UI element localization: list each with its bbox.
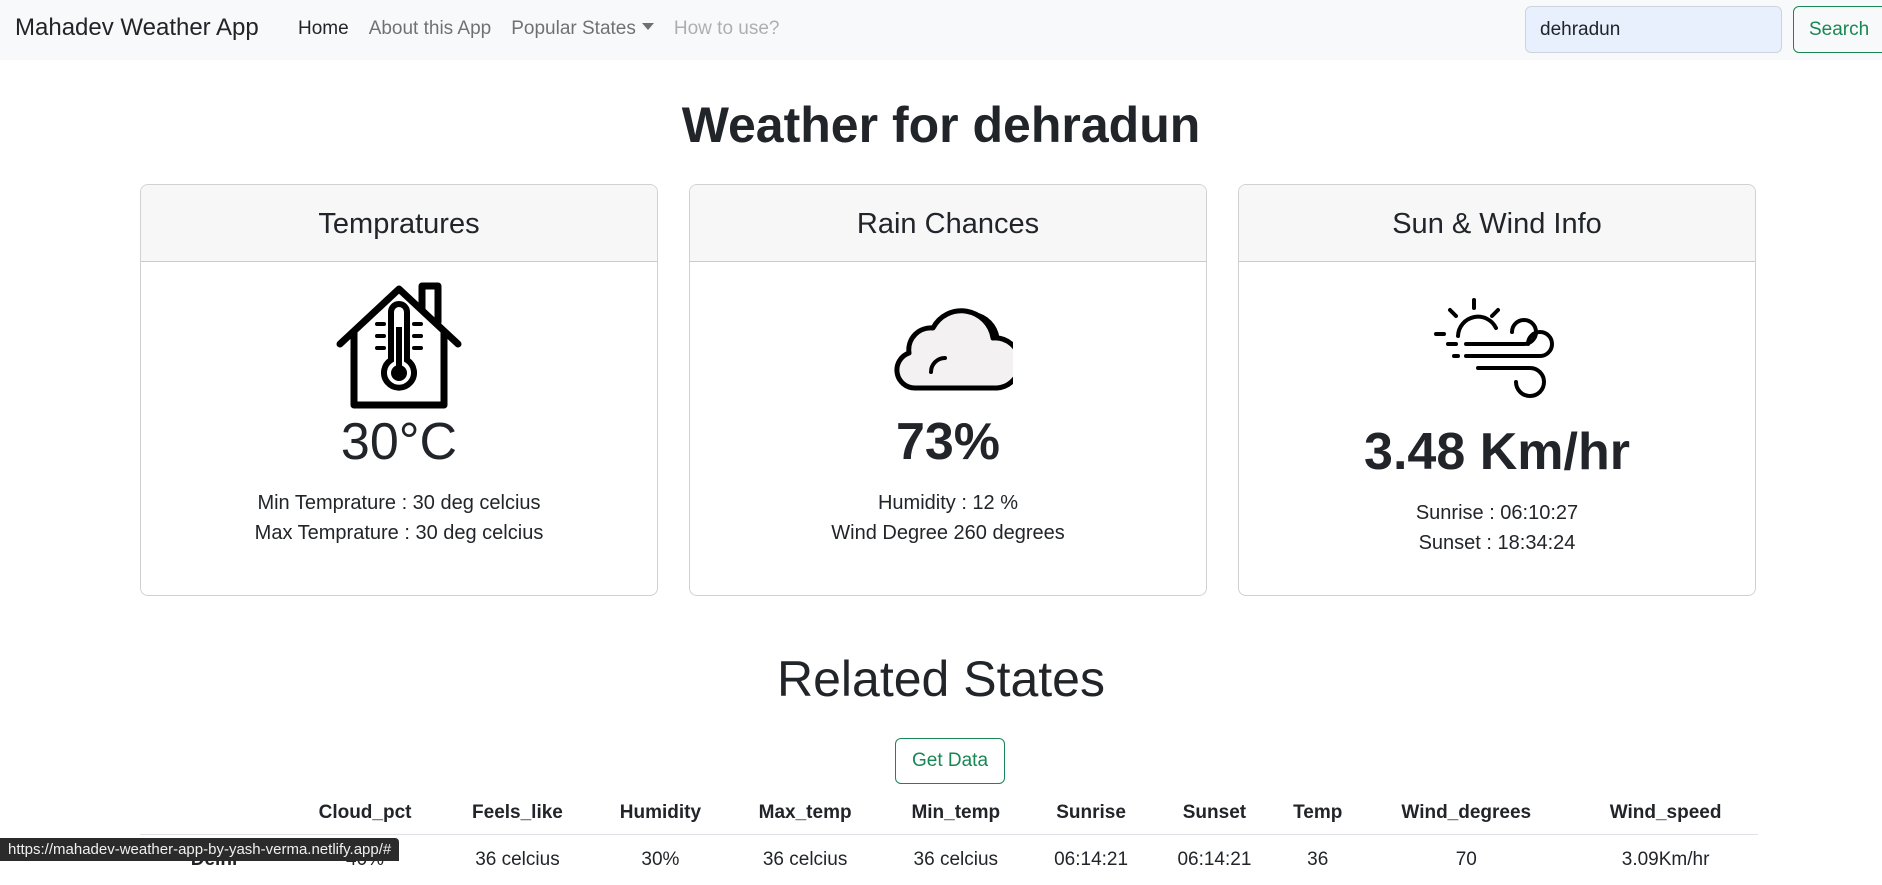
search-button[interactable]: Search (1793, 6, 1882, 53)
nav-popular-states-label: Popular States (511, 18, 636, 39)
table-cell: 30% (593, 835, 728, 885)
sun-details: Sunrise : 06:10:27 Sunset : 18:34:24 (1239, 498, 1755, 558)
status-bar-url: https://mahadev-weather-app-by-yash-verm… (0, 838, 399, 861)
wind-speed-value: 3.48 Km/hr (1239, 422, 1755, 482)
rain-details: Humidity : 12 % Wind Degree 260 degrees (690, 488, 1206, 548)
table-header: Min_temp (882, 792, 1029, 835)
temperature-value: 30°C (141, 412, 657, 472)
cloud-icon (883, 282, 1013, 410)
nav-how-to-use: How to use? (674, 18, 780, 40)
nav-popular-states-dropdown[interactable]: Popular States (511, 18, 654, 40)
sunset-text: Sunset : 18:34:24 (1239, 528, 1755, 558)
house-thermometer-icon (334, 282, 464, 410)
humidity-text: Humidity : 12 % (690, 488, 1206, 518)
nav-home[interactable]: Home (298, 18, 349, 40)
navbar: Mahadev Weather App Home About this App … (0, 0, 1882, 60)
nav-about[interactable]: About this App (369, 18, 492, 40)
table-header: Humidity (593, 792, 728, 835)
search-input[interactable] (1525, 6, 1782, 53)
table-cell: 36 celcius (728, 835, 882, 885)
table-cell: 3.09Km/hr (1573, 835, 1758, 885)
table-cell: 06:14:21 (1153, 835, 1276, 885)
table-header: Feels_like (442, 792, 593, 835)
page-title: Weather for dehradun (0, 96, 1882, 154)
max-temperature: Max Temprature : 30 deg celcius (141, 518, 657, 548)
temperature-card: Tempratures 30°C Min Temprature : 30 deg… (140, 184, 658, 596)
temperature-details: Min Temprature : 30 deg celcius Max Temp… (141, 488, 657, 548)
table-cell: 36 celcius (442, 835, 593, 885)
table-cell: 06:14:21 (1029, 835, 1152, 885)
sun-wind-card-header: Sun & Wind Info (1239, 185, 1755, 262)
min-temperature: Min Temprature : 30 deg celcius (141, 488, 657, 518)
table-header-row: Cloud_pct Feels_like Humidity Max_temp M… (140, 792, 1758, 835)
table-header: Max_temp (728, 792, 882, 835)
table-header-state (140, 792, 288, 835)
wind-degree-text: Wind Degree 260 degrees (690, 518, 1206, 548)
table-header: Temp (1276, 792, 1359, 835)
rain-chance-value: 73% (690, 412, 1206, 472)
table-cell: 36 (1276, 835, 1359, 885)
rain-card: Rain Chances 73% Humidity : 12 % Wind De… (689, 184, 1207, 596)
sun-wind-card: Sun & Wind Info 3.48 Km/hr Sunrise : 06:… (1238, 184, 1756, 596)
rain-card-header: Rain Chances (690, 185, 1206, 262)
table-header: Wind_speed (1573, 792, 1758, 835)
table-header: Wind_degrees (1359, 792, 1573, 835)
brand-link[interactable]: Mahadev Weather App (15, 14, 259, 42)
get-data-button[interactable]: Get Data (895, 738, 1005, 784)
table-header: Sunset (1153, 792, 1276, 835)
chevron-down-icon (642, 23, 654, 30)
table-cell: 70 (1359, 835, 1573, 885)
sun-wind-icon (1432, 296, 1562, 406)
nav-links: Home About this App Popular States How t… (298, 18, 800, 40)
table-header: Sunrise (1029, 792, 1152, 835)
temperature-card-header: Tempratures (141, 185, 657, 262)
table-header: Cloud_pct (288, 792, 442, 835)
sunrise-text: Sunrise : 06:10:27 (1239, 498, 1755, 528)
table-cell: 36 celcius (882, 835, 1029, 885)
related-states-title: Related States (0, 650, 1882, 708)
